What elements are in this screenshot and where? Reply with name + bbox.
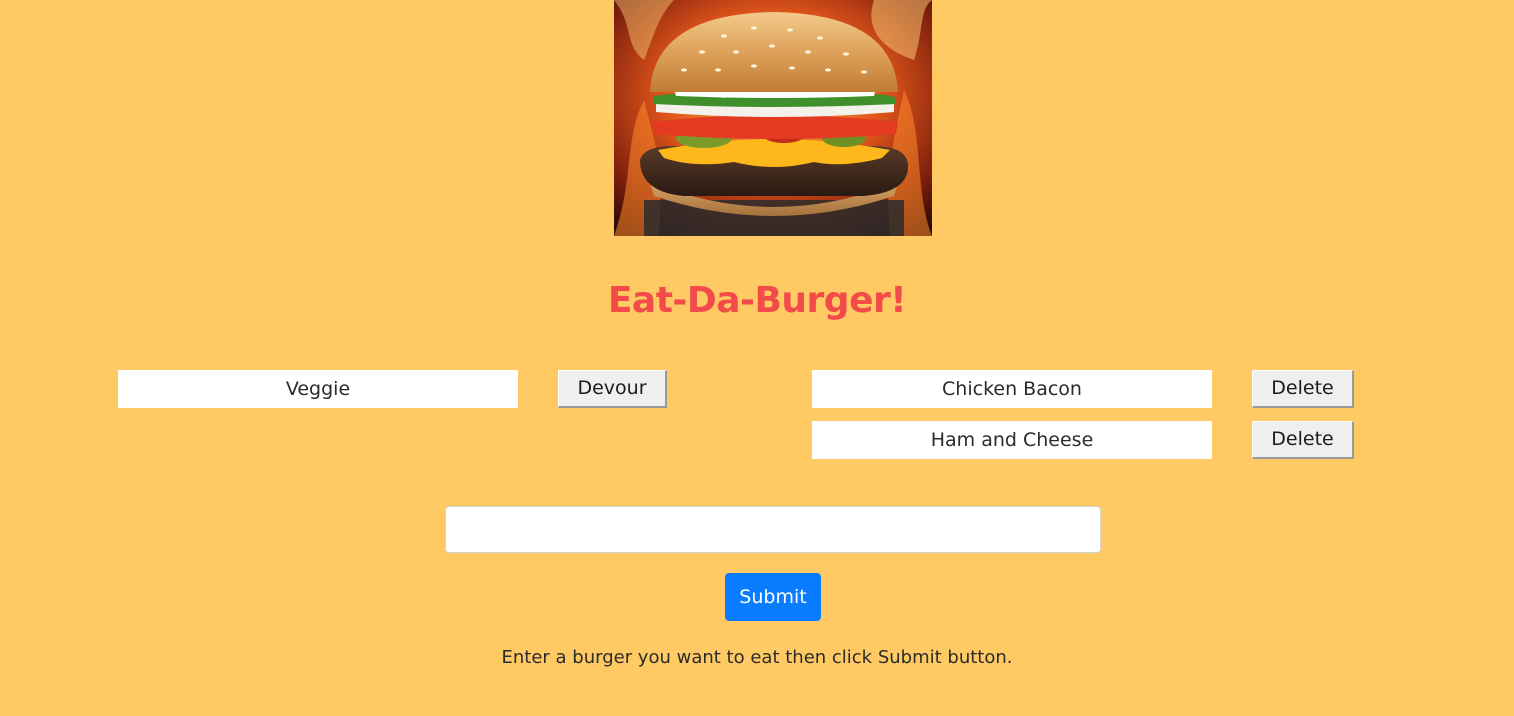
page-title: Eat-Da-Burger! [607,280,907,321]
burger-hero-image [614,0,932,236]
delete-button[interactable]: Delete [1252,421,1354,459]
devoured-burger-name: Chicken Bacon [812,370,1212,408]
instruction-text: Enter a burger you want to eat then clic… [501,647,1013,668]
submit-button[interactable]: Submit [725,573,821,621]
devour-button[interactable]: Devour [558,370,667,408]
uneaten-burger-name: Veggie [118,370,518,408]
delete-button[interactable]: Delete [1252,370,1354,408]
burger-name-input[interactable] [445,506,1101,553]
devoured-burger-name: Ham and Cheese [812,421,1212,459]
burger-photo-icon [614,0,932,236]
